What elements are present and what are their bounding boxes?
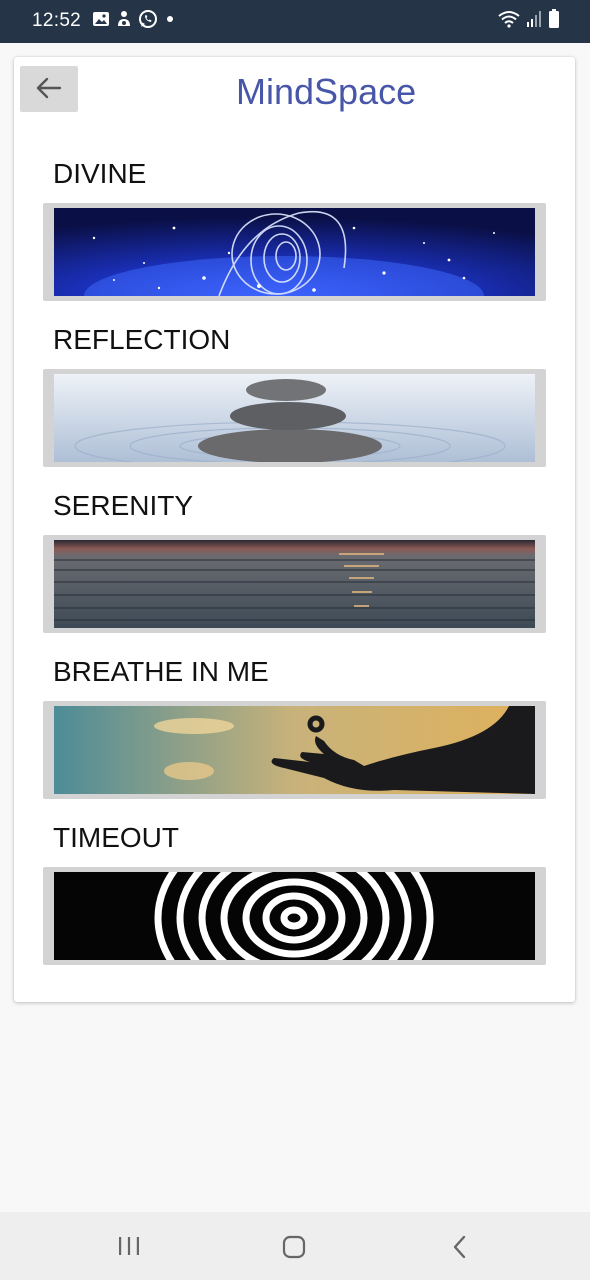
status-bar: 12:52 — [0, 0, 590, 43]
section-label-reflection: REFLECTION — [53, 324, 231, 355]
main-card: MindSpace DIVINE REFLECTION SERENITY BRE… — [14, 57, 575, 1002]
system-icons — [498, 8, 560, 34]
serenity-image — [54, 540, 535, 628]
person-icon — [116, 10, 132, 33]
arrow-left-icon — [36, 77, 62, 102]
section-label-timeout: TIMEOUT — [53, 822, 179, 853]
banner-timeout[interactable] — [43, 867, 546, 965]
signal-icon — [526, 10, 542, 33]
section-label-breathe-in-me: BREATHE IN ME — [53, 656, 269, 687]
navigation-bar — [0, 1212, 590, 1280]
back-icon[interactable] — [450, 1234, 470, 1265]
battery-icon — [548, 8, 560, 34]
section-label-divine: DIVINE — [53, 158, 147, 189]
banner-serenity[interactable] — [43, 535, 546, 633]
home-icon[interactable] — [281, 1234, 307, 1265]
section-label-serenity: SERENITY — [53, 490, 194, 521]
dot-icon — [164, 12, 176, 30]
status-time: 12:52 — [32, 10, 82, 31]
banner-divine[interactable] — [43, 203, 546, 301]
banner-reflection[interactable] — [43, 369, 546, 467]
reflection-image — [54, 374, 535, 462]
whatsapp-icon — [138, 9, 158, 34]
banner-breathe-in-me[interactable] — [43, 701, 546, 799]
divine-image — [54, 208, 535, 296]
back-button[interactable] — [20, 66, 78, 112]
app-title: MindSpace — [236, 71, 417, 112]
timeout-image — [54, 872, 535, 960]
notification-icons — [92, 9, 176, 34]
recent-apps-icon[interactable] — [116, 1234, 142, 1263]
gallery-icon — [92, 11, 110, 32]
wifi-icon — [498, 10, 520, 33]
breathe-in-me-image — [54, 706, 535, 794]
